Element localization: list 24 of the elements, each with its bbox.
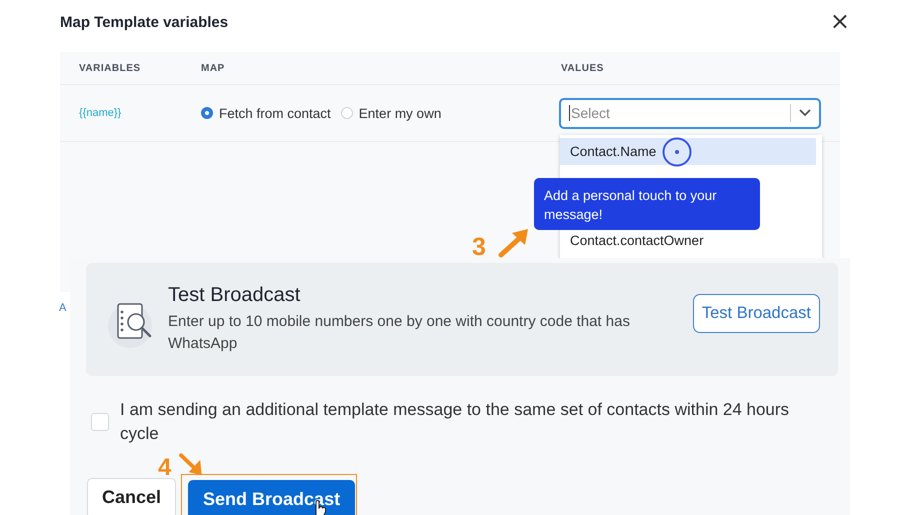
test-broadcast-button[interactable]: Test Broadcast — [692, 294, 820, 333]
link[interactable]: A — [59, 302, 66, 314]
radio-option[interactable]: Fetch from contact — [201, 106, 331, 120]
values-select[interactable]: Select — [559, 98, 821, 128]
cursor-ring-icon — [662, 137, 692, 167]
tooltip: Add a personal touch to your message! — [534, 178, 760, 230]
consent-label: I am sending an additional template message to the same set of contacts within 24 hours cycle — [120, 399, 790, 445]
send-broadcast-button[interactable]: Send Broadcast — [188, 480, 356, 515]
arrow-icon — [498, 228, 530, 258]
column-header: MAP — [201, 62, 226, 74]
column-header: VALUES — [561, 62, 604, 74]
radio-option[interactable]: Enter my own — [340, 106, 442, 120]
step-number: 3 — [472, 233, 486, 262]
card-title: Test Broadcast — [168, 284, 302, 307]
variable-name: {{name}} — [78, 107, 122, 119]
dropdown-option[interactable]: Contact.contactOwner — [560, 227, 816, 254]
dropdown-option[interactable]: Contact.Name — [560, 138, 816, 165]
close-button[interactable]: × — [830, 11, 850, 31]
chevron-down-icon — [799, 109, 811, 117]
dialog-title: Map Template variables — [60, 14, 228, 31]
column-header: VARIABLES — [78, 62, 142, 74]
checkbox[interactable] — [91, 413, 109, 431]
card-description: Enter up to 10 mobile numbers one by one with country code that has WhatsApp — [168, 312, 631, 354]
cancel-button[interactable]: Cancel — [87, 478, 176, 515]
